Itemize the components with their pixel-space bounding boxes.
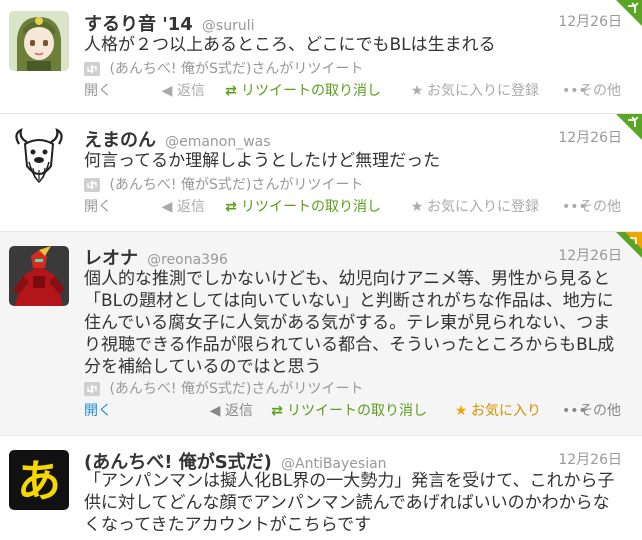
retweet-badge-icon [84, 178, 100, 192]
svg-text:あ: あ [17, 456, 61, 507]
star-icon: ★ [410, 199, 424, 215]
tweet-header: えまのん @emanon_was 12月26日 [84, 126, 642, 151]
favorite-button[interactable]: ★ お気に入りに登録 [410, 198, 539, 216]
tweet-actions: 開く ◀ 返信 ⇄ リツイートの取り消し ★ お気に入り •••その他 [84, 402, 642, 420]
timestamp[interactable]: 12月26日 [558, 11, 622, 31]
retweet-icon: ⇄ [271, 403, 283, 419]
timestamp[interactable]: 12月26日 [558, 449, 622, 469]
timestamp[interactable]: 12月26日 [558, 127, 622, 147]
reply-button[interactable]: ◀ 返信 [160, 82, 205, 100]
retweet-badge-icon [84, 62, 100, 76]
more-button[interactable]: •••その他 [562, 402, 621, 420]
reply-icon: ◀ [161, 83, 173, 99]
reply-button[interactable]: ◀ 返信 [208, 402, 253, 420]
hiragana-a-avatar-icon: あ [9, 450, 69, 510]
timestamp[interactable]: 12月26日 [558, 245, 622, 265]
retweet-badge-icon [84, 382, 100, 396]
timeline: するり音 '14 @suruli 12月26日 人格が２つ以上あるところ、どこに… [0, 0, 642, 540]
retweet-context: (あんちべ! 俺がS式だ)さんがリツイート [84, 60, 363, 78]
star-icon: ★ [454, 403, 468, 419]
tweet-text: 個人的な推測でしかないけども、幼児向けアニメ等、男性から見ると「BLの題材として… [84, 269, 615, 377]
tweet-header: レオナ @reona396 12月26日 [84, 244, 642, 269]
tweet-text: 「アンパンマンは擬人化BL界の一大勢力」発言を受けて、これから子供に対してどんな… [84, 471, 615, 535]
more-dots-icon: ••• [562, 83, 587, 99]
more-button[interactable]: •••その他 [562, 198, 621, 216]
user-avatar[interactable] [9, 126, 69, 186]
tweet-actions: 開く ◀ 返信 ⇄ リツイートの取り消し ★ お気に入りに登録 •••その他 [84, 82, 642, 100]
star-icon: ★ [410, 83, 424, 99]
open-link[interactable]: 開く [84, 402, 112, 420]
user-avatar[interactable] [9, 11, 69, 71]
tweet-actions: 開く ◀ 返信 ⇄ リツイートの取り消し ★ お気に入りに登録 •••その他 [84, 198, 642, 216]
display-name[interactable]: するり音 '14 [84, 14, 193, 35]
retweet-icon: ⇄ [225, 83, 237, 99]
retweeted-by-label: (あんちべ! 俺がS式だ)さんがリツイート [109, 61, 364, 77]
retweet-icon: ⇄ [225, 199, 237, 215]
undo-retweet-button[interactable]: ⇄ リツイートの取り消し [270, 402, 427, 420]
retweet-context: (あんちべ! 俺がS式だ)さんがリツイート [84, 380, 363, 398]
open-link[interactable]: 開く [84, 198, 112, 216]
favorited-retweeted-corner-icon [616, 232, 642, 258]
anime-girl-avatar-icon [9, 11, 69, 71]
favorite-button[interactable]: ★ お気に入り [454, 402, 541, 420]
retweeted-by-label: (あんちべ! 俺がS式だ)さんがリツイート [109, 177, 364, 193]
tweet-text: 人格が２つ以上あるところ、どこにでもBLは生まれる [84, 35, 496, 55]
tweet-text: 何言ってるか理解しようとしたけど無理だった [84, 151, 441, 171]
username[interactable]: @suruli [202, 18, 255, 34]
user-avatar[interactable]: あ [9, 450, 69, 510]
more-dots-icon: ••• [562, 403, 587, 419]
retweeted-by-label: (あんちべ! 俺がS式だ)さんがリツイート [109, 381, 364, 397]
favorite-button[interactable]: ★ お気に入りに登録 [410, 82, 539, 100]
tweet[interactable]: レオナ @reona396 12月26日 個人的な推測でしかないけども、幼児向け… [0, 232, 642, 436]
undo-retweet-button[interactable]: ⇄ リツイートの取り消し [224, 82, 381, 100]
undo-retweet-button[interactable]: ⇄ リツイートの取り消し [224, 198, 381, 216]
user-avatar[interactable] [9, 246, 69, 306]
display-name[interactable]: レオナ [84, 248, 138, 269]
retweeted-corner-icon [616, 114, 642, 140]
open-link[interactable]: 開く [84, 82, 112, 100]
username[interactable]: @emanon_was [165, 134, 270, 150]
tweet[interactable]: するり音 '14 @suruli 12月26日 人格が２つ以上あるところ、どこに… [0, 0, 642, 114]
reply-icon: ◀ [209, 403, 221, 419]
retweeted-corner-icon [616, 0, 642, 26]
reply-icon: ◀ [161, 199, 173, 215]
username[interactable]: @reona396 [147, 252, 228, 268]
red-robot-avatar-icon [9, 246, 69, 306]
tweet-header: (あんちべ! 俺がS式だ) @AntiBayesian 12月26日 [84, 448, 642, 473]
gnu-avatar-icon [9, 126, 69, 186]
display-name[interactable]: えまのん [84, 130, 156, 151]
retweet-context: (あんちべ! 俺がS式だ)さんがリツイート [84, 176, 363, 194]
more-dots-icon: ••• [562, 199, 587, 215]
reply-button[interactable]: ◀ 返信 [160, 198, 205, 216]
tweet[interactable]: あ (あんちべ! 俺がS式だ) @AntiBayesian 12月26日 「アン… [0, 436, 642, 540]
more-button[interactable]: •••その他 [562, 82, 621, 100]
tweet-header: するり音 '14 @suruli 12月26日 [84, 10, 642, 35]
tweet[interactable]: えまのん @emanon_was 12月26日 何言ってるか理解しようとしたけど… [0, 114, 642, 232]
